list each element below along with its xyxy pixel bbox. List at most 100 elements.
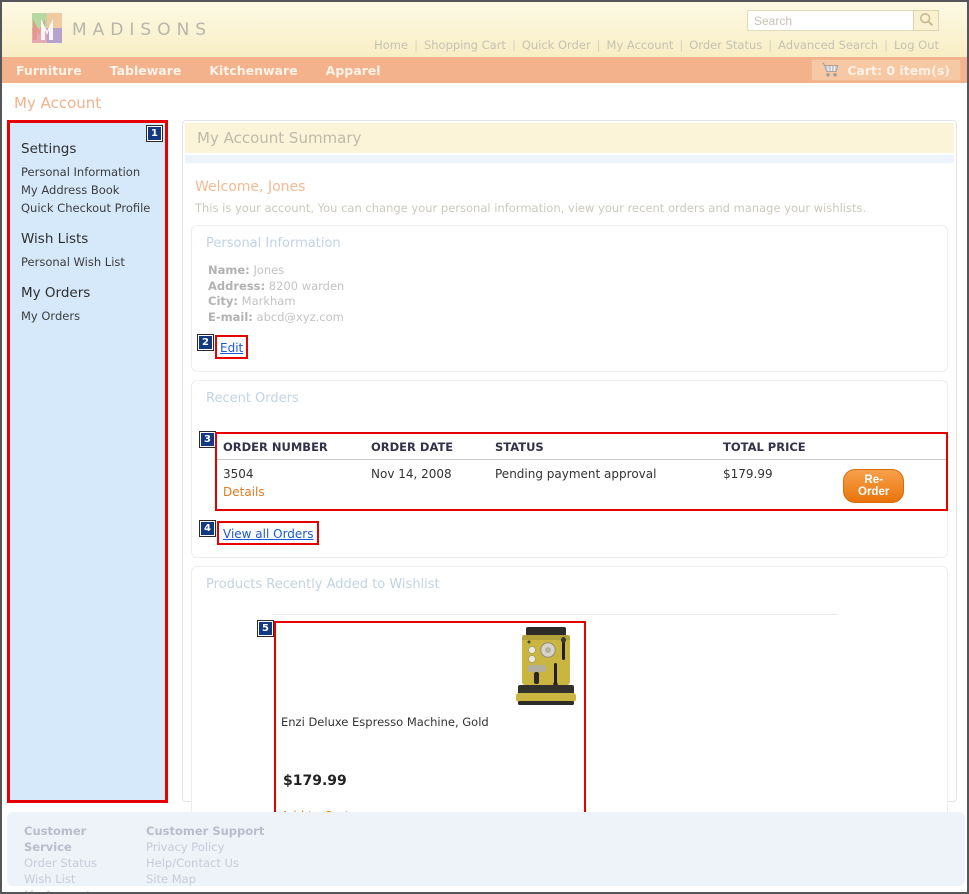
reorder-button[interactable]: Re-Order	[843, 469, 905, 503]
wishlist-product-card: Enzi Deluxe Espresso Machine, Gold $179.…	[274, 621, 586, 839]
sidebar-item-my-orders[interactable]: My Orders	[21, 307, 165, 325]
brand-logo[interactable]: MADISONS	[32, 13, 212, 47]
footer: Customer Service Order Status Wish List …	[7, 812, 965, 892]
intro-text: This is your account, You can change you…	[195, 201, 867, 215]
field-city: City: Markham	[208, 294, 296, 308]
order-number: 3504	[223, 467, 254, 481]
page-frame: MADISONS Home Shopping Cart Quick Order …	[0, 0, 969, 894]
footer-column-title: Customer Support	[146, 824, 265, 838]
annotation-badge-4: 4	[200, 521, 215, 536]
footer-customer-service: Customer Service Order Status Wish List …	[24, 823, 124, 892]
category-tableware[interactable]: Tableware	[110, 63, 182, 78]
nav-separator	[679, 38, 683, 52]
annotation-badge-1: 1	[147, 126, 162, 141]
order-actions-cell: Re-Order	[843, 467, 946, 503]
sidebar-item-personal-wish-list[interactable]: Personal Wish List	[21, 253, 165, 271]
annotation-badge-5: 5	[258, 621, 273, 636]
wishlist-annotated-row: 5 Enzi Deluxe Espresso Machine, Gold $17…	[258, 621, 935, 839]
field-address: Address: 8200 warden	[208, 278, 345, 293]
search-input[interactable]	[747, 10, 913, 31]
nav-separator	[884, 38, 888, 52]
divider-strip	[185, 155, 954, 163]
order-status: Pending payment approval	[495, 467, 657, 481]
orders-annotated-row: 3 ORDER NUMBER ORDER DATE STATUS TOTAL P…	[200, 432, 949, 511]
field-email: E-mail: abcd@xyz.com	[208, 309, 344, 324]
footer-link-wish-list[interactable]: Wish List	[24, 871, 124, 887]
footer-column-title: Customer Service	[24, 824, 87, 854]
orders-table: ORDER NUMBER ORDER DATE STATUS TOTAL PRI…	[215, 432, 949, 511]
footer-link-site-map[interactable]: Site Map	[146, 871, 286, 887]
order-row: 3504 Details Nov 14, 2008 Pending paymen…	[217, 460, 946, 509]
nav-order-status[interactable]: Order Status	[689, 38, 762, 52]
view-all-orders-link[interactable]: View all Orders	[223, 527, 313, 541]
category-nav: Furniture Tableware Kitchenware Apparel …	[2, 57, 967, 83]
espresso-machine-image	[512, 627, 578, 711]
sidebar-item-my-address-book[interactable]: My Address Book	[21, 181, 165, 199]
account-summary-panel: My Account Summary Welcome, Jones This i…	[182, 120, 957, 857]
header: MADISONS Home Shopping Cart Quick Order …	[2, 2, 967, 57]
mini-cart-label: Cart: 0 item(s)	[847, 62, 950, 78]
nav-home[interactable]: Home	[374, 38, 408, 52]
view-all-highlight-box: View all Orders	[217, 521, 320, 545]
col-actions	[843, 440, 946, 454]
nav-shopping-cart[interactable]: Shopping Cart	[424, 38, 506, 52]
search-icon	[919, 12, 934, 30]
orders-table-header: ORDER NUMBER ORDER DATE STATUS TOTAL PRI…	[217, 434, 947, 460]
sidebar-group-wish-lists: Wish Lists Personal Wish List	[21, 231, 165, 271]
recent-orders-title: Recent Orders	[206, 391, 299, 406]
sidebar-group-title: Settings	[21, 141, 77, 157]
col-total-price: TOTAL PRICE	[723, 440, 806, 454]
sidebar-item-quick-checkout-profile[interactable]: Quick Checkout Profile	[21, 199, 165, 217]
category-kitchenware[interactable]: Kitchenware	[209, 63, 297, 78]
sidebar-item-personal-information[interactable]: Personal Information	[21, 163, 165, 181]
order-details-link[interactable]: Details	[223, 485, 265, 499]
nav-separator	[768, 38, 772, 52]
annotation-badge-2: 2	[198, 335, 213, 350]
nav-quick-order[interactable]: Quick Order	[522, 38, 591, 52]
nav-separator	[597, 38, 601, 52]
personal-information-section: Personal Information Name: Jones Address…	[191, 225, 948, 372]
view-all-annotated-row: 4 View all Orders	[200, 521, 935, 545]
utility-nav: Home Shopping Cart Quick Order My Accoun…	[374, 38, 939, 52]
account-sidebar: 1 Settings Personal Information My Addre…	[7, 120, 168, 803]
product-price: $179.99	[283, 773, 347, 789]
col-order-date: ORDER DATE	[371, 440, 454, 454]
nav-log-out[interactable]: Log Out	[894, 38, 939, 52]
cart-icon	[822, 62, 840, 78]
search-area	[747, 10, 939, 31]
brand-name: MADISONS	[72, 20, 213, 40]
field-name: Name: Jones	[208, 263, 285, 277]
search-button[interactable]	[913, 10, 939, 31]
summary-title-bar: My Account Summary	[185, 123, 954, 153]
nav-advanced-search[interactable]: Advanced Search	[778, 38, 878, 52]
footer-link-privacy-policy[interactable]: Privacy Policy	[146, 839, 286, 855]
sidebar-group-settings: Settings Personal Information My Address…	[21, 141, 165, 217]
order-date: Nov 14, 2008	[371, 467, 452, 481]
category-furniture[interactable]: Furniture	[16, 63, 82, 78]
edit-annotated-row: 2 Edit	[198, 335, 935, 359]
order-number-cell: 3504 Details	[223, 467, 371, 499]
recent-orders-section: Recent Orders 3 ORDER NUMBER ORDER DATE …	[191, 380, 949, 558]
mini-cart-button[interactable]: Cart: 0 item(s)	[811, 59, 961, 81]
nav-my-account[interactable]: My Account	[607, 38, 674, 52]
footer-link-order-status[interactable]: Order Status	[24, 855, 124, 871]
breadcrumb-page-title: My Account	[14, 94, 102, 112]
welcome-heading: Welcome, Jones	[195, 179, 306, 195]
personal-information-fields: Name: Jones Address: 8200 warden City: M…	[208, 263, 935, 325]
order-total-price: $179.99	[723, 467, 773, 481]
personal-information-title: Personal Information	[206, 236, 341, 251]
col-order-number: ORDER NUMBER	[223, 440, 328, 454]
category-apparel[interactable]: Apparel	[326, 63, 381, 78]
sidebar-group-title: Wish Lists	[21, 231, 89, 247]
product-name[interactable]: Enzi Deluxe Espresso Machine, Gold	[281, 715, 489, 729]
wishlist-divider-top	[272, 614, 838, 615]
footer-link-my-account[interactable]: My Account	[24, 887, 124, 892]
madisons-logo-icon	[32, 13, 62, 47]
sidebar-group-title: My Orders	[21, 285, 91, 301]
edit-link[interactable]: Edit	[220, 341, 243, 355]
footer-customer-support: Customer Support Privacy Policy Help/Con…	[146, 823, 286, 886]
wishlist-title: Products Recently Added to Wishlist	[206, 577, 440, 592]
sidebar-group-my-orders: My Orders My Orders	[21, 285, 165, 325]
footer-link-help-contact-us[interactable]: Help/Contact Us	[146, 855, 286, 871]
nav-separator	[512, 38, 516, 52]
